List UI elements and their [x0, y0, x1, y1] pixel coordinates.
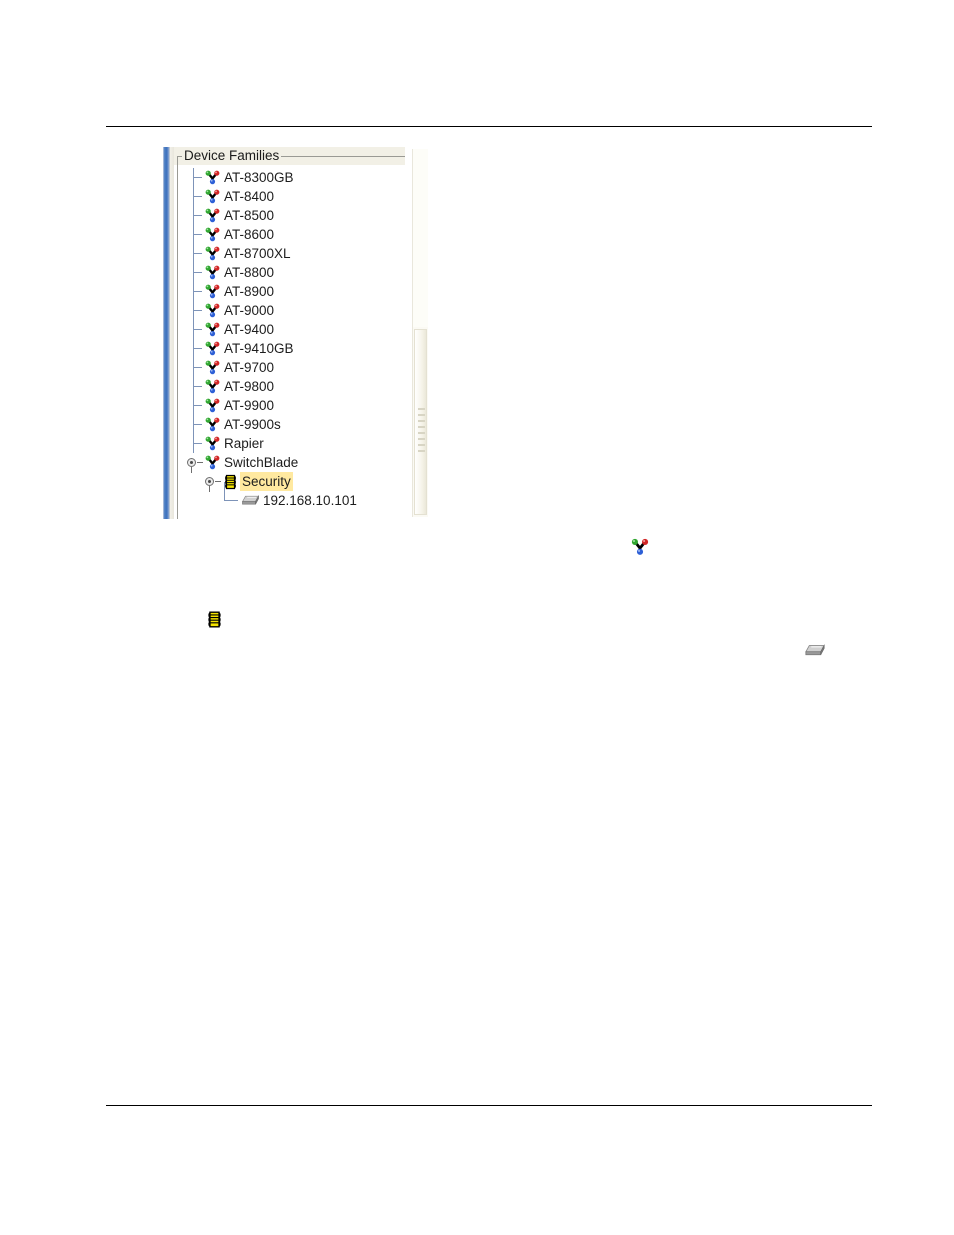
- device-family-icon: [203, 301, 222, 320]
- tree-connector: [185, 243, 203, 263]
- tree-row[interactable]: AT-9900: [185, 395, 403, 415]
- expand-collapse-handle[interactable]: [185, 453, 203, 473]
- security-icon: [206, 610, 223, 634]
- tree-connector: [185, 168, 203, 187]
- tree-node-label: AT-9700: [224, 360, 275, 375]
- tree-connector: [185, 205, 203, 225]
- left-splitter-bar[interactable]: [163, 147, 170, 519]
- tree-row[interactable]: Security: [185, 472, 403, 492]
- device-family-icon: [203, 453, 222, 472]
- tree-row[interactable]: AT-9000: [185, 300, 403, 320]
- tree-connector: [185, 338, 203, 358]
- tree-node-label: AT-8300GB: [224, 170, 294, 185]
- tree-node-label: AT-8600: [224, 227, 275, 242]
- tree-connector: [185, 262, 203, 282]
- footer-rule: [106, 1105, 872, 1106]
- tree-node-label: Rapier: [224, 436, 264, 451]
- tree-row[interactable]: AT-8700XL: [185, 243, 403, 263]
- device-family-icon: [203, 358, 222, 377]
- tree-row[interactable]: AT-9800: [185, 376, 403, 396]
- device-icon: [803, 643, 827, 663]
- device-icon: [239, 491, 261, 510]
- device-family-icon: [203, 244, 222, 263]
- device-family-icon: [203, 320, 222, 339]
- scrollbar-thumb[interactable]: [414, 329, 427, 515]
- device-family-icon: [203, 187, 222, 206]
- tree-node-label: AT-8500: [224, 208, 275, 223]
- tree-connector: [185, 300, 203, 320]
- tree-node-label: Security: [240, 472, 293, 491]
- tree-connector: [185, 395, 203, 415]
- tree-row[interactable]: AT-8900: [185, 281, 403, 301]
- device-family-icon: [203, 168, 222, 187]
- expand-collapse-handle[interactable]: [203, 472, 221, 492]
- tree-node-label: AT-8800: [224, 265, 275, 280]
- tree-row[interactable]: AT-9700: [185, 357, 403, 377]
- tree-node-label: AT-9410GB: [224, 341, 294, 356]
- tree-node-label: AT-9000: [224, 303, 275, 318]
- tree-connector: [221, 482, 239, 510]
- tree-node-label: AT-9400: [224, 322, 275, 337]
- tree-row[interactable]: AT-8800: [185, 262, 403, 282]
- tree-connector: [185, 414, 203, 434]
- tree-row[interactable]: AT-8500: [185, 205, 403, 225]
- tree-row[interactable]: SwitchBlade: [185, 453, 403, 473]
- tree-node-label: SwitchBlade: [224, 455, 299, 470]
- tree-node-label: 192.168.10.101: [263, 493, 357, 508]
- panel-title: Device Families: [182, 148, 282, 164]
- tree-connector: [185, 376, 203, 396]
- device-families-screenshot: Device Families AT-8300GB AT-8400 AT-850…: [163, 147, 431, 519]
- device-family-icon: [203, 225, 222, 244]
- tree-row[interactable]: AT-9410GB: [185, 338, 403, 358]
- tree-vertical-scrollbar[interactable]: [412, 149, 428, 517]
- device-family-icon: [203, 206, 222, 225]
- tree-row[interactable]: 192.168.10.101: [185, 482, 403, 510]
- device-family-icon: [203, 377, 222, 396]
- tree-row[interactable]: Rapier: [185, 433, 403, 453]
- scrollbar-track[interactable]: [413, 149, 428, 327]
- tree-row[interactable]: AT-8400: [185, 186, 403, 206]
- device-family-icon: [203, 339, 222, 358]
- tree-connector: [185, 357, 203, 377]
- tree-row[interactable]: AT-9900s: [185, 414, 403, 434]
- tree-connector: [185, 281, 203, 301]
- tree-node-label: AT-9900: [224, 398, 275, 413]
- header-rule: [106, 126, 872, 127]
- tree-node-label: AT-8700XL: [224, 246, 291, 261]
- tree-connector: [185, 224, 203, 244]
- tree-connector: [185, 186, 203, 206]
- tree-row[interactable]: AT-9400: [185, 319, 403, 339]
- tree-node-label: AT-8900: [224, 284, 275, 299]
- device-family-icon: [203, 263, 222, 282]
- tree-node-label: AT-8400: [224, 189, 275, 204]
- device-families-panel: Device Families AT-8300GB AT-8400 AT-850…: [174, 147, 431, 519]
- tree-node-label: AT-9800: [224, 379, 275, 394]
- device-family-icon: [203, 396, 222, 415]
- tree-row[interactable]: AT-8300GB: [185, 168, 403, 187]
- device-family-icon: [630, 538, 650, 561]
- device-family-icon: [203, 415, 222, 434]
- device-families-tree[interactable]: AT-8300GB AT-8400 AT-8500 AT-8600 AT-870…: [185, 168, 403, 519]
- tree-node-label: AT-9900s: [224, 417, 281, 432]
- tree-row[interactable]: AT-8600: [185, 224, 403, 244]
- tree-connector: [185, 433, 203, 453]
- device-family-icon: [203, 282, 222, 301]
- tree-connector: [185, 319, 203, 339]
- device-family-icon: [203, 434, 222, 453]
